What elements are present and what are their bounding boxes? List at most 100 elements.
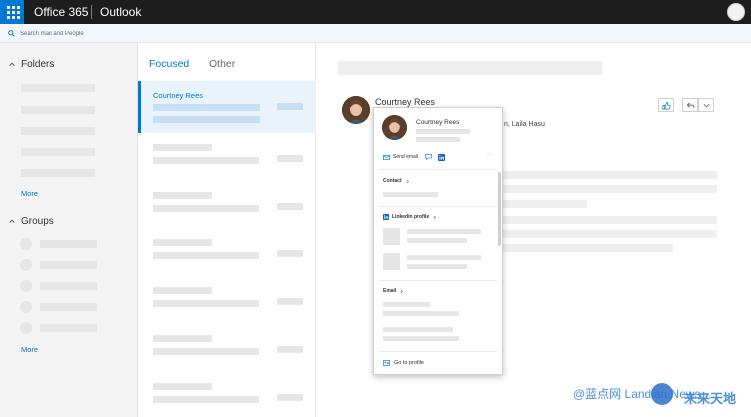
- sender-name[interactable]: Courtney Rees: [375, 97, 435, 107]
- chevron-right-icon: [406, 179, 409, 183]
- go-to-profile-link[interactable]: Go to profile: [383, 360, 424, 366]
- profile-card-icon: [383, 360, 390, 366]
- chat-icon: [425, 154, 432, 160]
- contact-title-placeholder: [416, 129, 470, 134]
- search-icon: [8, 30, 15, 37]
- contact-name: Courtney Rees: [416, 119, 460, 126]
- linkedin-line-placeholder: [407, 229, 481, 234]
- group-avatar: [20, 259, 32, 271]
- sender-avatar[interactable]: [342, 96, 370, 124]
- recipients-text: n, Laila Hasu: [504, 121, 545, 128]
- contact-card: Courtney Rees Send email ··· Contact Lin…: [373, 107, 503, 375]
- chevron-down-icon: [703, 103, 709, 107]
- contact-section-header[interactable]: Contact: [383, 178, 410, 184]
- email-placeholder: [383, 327, 453, 332]
- linkedin-action[interactable]: [438, 154, 445, 161]
- body-placeholder-line: [503, 216, 717, 224]
- groups-header[interactable]: Groups: [8, 214, 54, 228]
- message-list: Focused Other Courtney Rees: [138, 43, 316, 417]
- body-placeholder-line: [503, 244, 673, 252]
- message-sender: Courtney Rees: [153, 91, 204, 100]
- top-bar: Office 365 Outlook: [0, 0, 751, 24]
- card-divider: [379, 206, 497, 207]
- card-divider: [379, 169, 497, 170]
- send-email-action[interactable]: Send email: [383, 154, 418, 160]
- chevron-right-icon: [433, 215, 437, 219]
- linkedin-icon: [383, 214, 389, 220]
- chat-action[interactable]: [425, 154, 432, 160]
- folder-item[interactable]: [21, 106, 95, 114]
- tab-other[interactable]: Other: [209, 58, 235, 70]
- folder-item[interactable]: [21, 84, 95, 92]
- email-placeholder: [383, 336, 459, 341]
- body-placeholder-line: [503, 171, 717, 179]
- body-placeholder-line: [503, 200, 587, 208]
- folder-item[interactable]: [21, 148, 95, 156]
- go-to-profile-label: Go to profile: [394, 360, 424, 366]
- folders-label: Folders: [21, 58, 55, 70]
- app-launcher-icon[interactable]: [0, 0, 24, 24]
- contact-info-placeholder: [383, 192, 438, 197]
- linkedin-line-placeholder: [407, 238, 467, 243]
- watermark-text: @蓝点网 Landian.News: [573, 387, 701, 401]
- watermark-logo: [651, 383, 673, 405]
- group-item[interactable]: [40, 303, 97, 311]
- folder-item[interactable]: [21, 169, 95, 177]
- tab-focused[interactable]: Focused: [149, 58, 189, 70]
- card-divider: [379, 280, 497, 281]
- message-preview-placeholder: [153, 116, 260, 123]
- linkedin-line-placeholder: [407, 264, 467, 269]
- brand-title[interactable]: Office 365: [34, 5, 88, 19]
- folder-item[interactable]: [21, 127, 95, 135]
- body-placeholder-line: [503, 185, 717, 193]
- email-section-header[interactable]: Email: [383, 288, 404, 294]
- thumbs-up-icon: [662, 101, 671, 109]
- message-subject-placeholder: [153, 104, 260, 111]
- subject-placeholder: [338, 61, 602, 75]
- chevron-right-icon: [400, 289, 404, 293]
- contact-more-button[interactable]: ···: [487, 152, 492, 158]
- group-item[interactable]: [40, 240, 97, 248]
- email-placeholder: [383, 311, 459, 316]
- folders-more-link[interactable]: More: [21, 189, 38, 198]
- message-time-placeholder: [277, 103, 303, 110]
- account-avatar[interactable]: [727, 3, 745, 21]
- groups-more-link[interactable]: More: [21, 345, 38, 354]
- group-avatar: [20, 322, 32, 334]
- search-input[interactable]: [20, 28, 130, 40]
- reply-icon: [686, 102, 695, 108]
- group-item[interactable]: [40, 282, 97, 290]
- header-divider: [91, 5, 92, 19]
- linkedin-thumbnail: [383, 228, 400, 245]
- search-bar: [0, 24, 751, 43]
- group-item[interactable]: [40, 324, 97, 332]
- email-placeholder: [383, 302, 430, 307]
- group-avatar: [20, 280, 32, 292]
- email-section-label: Email: [383, 288, 397, 294]
- body-placeholder-line: [503, 230, 717, 238]
- mail-icon: [383, 154, 390, 160]
- folder-sidebar: Folders More Groups More: [0, 43, 138, 417]
- reply-button[interactable]: [682, 98, 698, 112]
- card-scrollbar[interactable]: [498, 172, 501, 246]
- more-actions-button[interactable]: [698, 98, 714, 112]
- group-item[interactable]: [40, 261, 97, 269]
- folders-header[interactable]: Folders: [8, 57, 54, 71]
- chevron-up-icon: [9, 62, 15, 66]
- groups-label: Groups: [21, 215, 54, 227]
- chevron-up-icon: [9, 219, 15, 223]
- linkedin-section-header[interactable]: Linkedin profile: [383, 214, 437, 220]
- like-button[interactable]: [658, 98, 674, 112]
- contact-section-label: Contact: [383, 178, 402, 184]
- linkedin-section-label: Linkedin profile: [392, 214, 430, 220]
- watermark-cn-text: 未来天地: [684, 391, 737, 406]
- contact-dept-placeholder: [416, 137, 460, 142]
- linkedin-icon: [438, 154, 445, 161]
- linkedin-line-placeholder: [407, 255, 481, 260]
- app-title[interactable]: Outlook: [100, 5, 141, 19]
- card-divider: [379, 351, 497, 352]
- linkedin-thumbnail: [383, 253, 400, 270]
- contact-avatar: [382, 115, 407, 140]
- group-avatar: [20, 238, 32, 250]
- send-email-label: Send email: [393, 154, 419, 160]
